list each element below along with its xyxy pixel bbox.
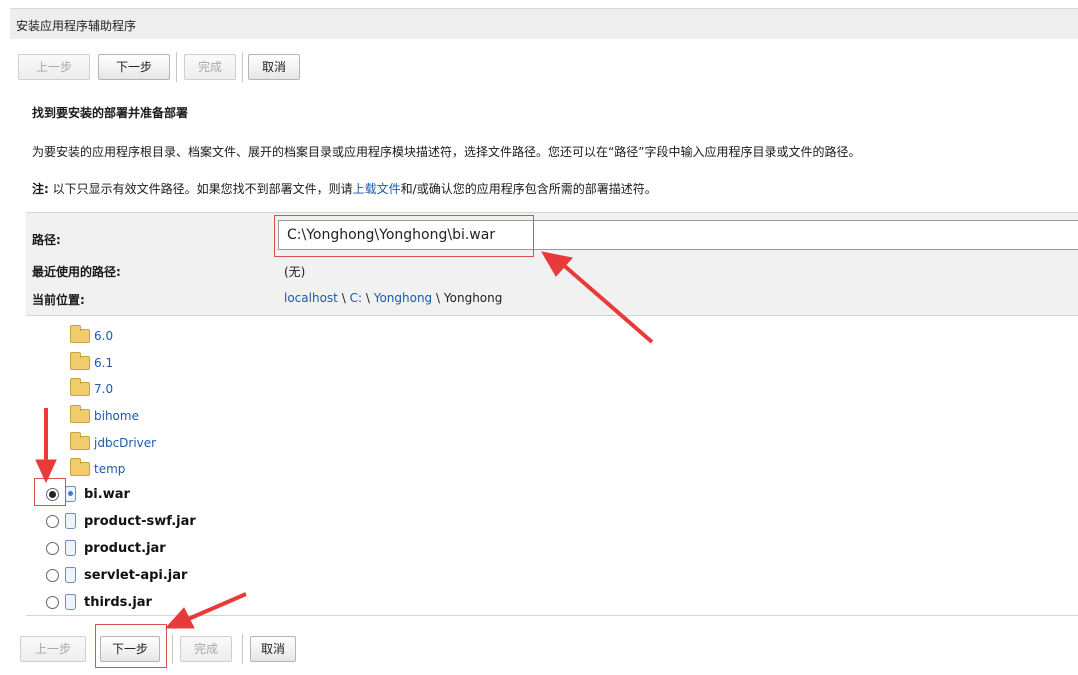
jar-file-icon bbox=[65, 567, 76, 583]
top-toolbar: 上一步 下一步 完成 取消 bbox=[18, 50, 338, 84]
folder-name[interactable]: temp bbox=[94, 462, 125, 476]
folder-icon bbox=[70, 352, 90, 370]
breadcrumb-separator: \ bbox=[341, 291, 346, 305]
folder-icon bbox=[70, 405, 90, 423]
finish-button[interactable]: 完成 bbox=[180, 636, 232, 662]
folder-name[interactable]: jdbcDriver bbox=[94, 436, 156, 450]
tree-file[interactable]: product-swf.jar bbox=[46, 509, 196, 533]
next-button[interactable]: 下一步 bbox=[100, 636, 160, 662]
upload-file-link[interactable]: 上载文件 bbox=[353, 182, 401, 196]
cancel-button[interactable]: 取消 bbox=[248, 54, 300, 80]
tree-file[interactable]: thirds.jar bbox=[46, 590, 152, 614]
file-radio[interactable] bbox=[46, 541, 59, 555]
file-radio[interactable] bbox=[46, 487, 59, 501]
file-radio[interactable] bbox=[46, 568, 59, 582]
prev-button[interactable]: 上一步 bbox=[18, 54, 90, 80]
breadcrumb-yonghong-2: Yonghong bbox=[443, 291, 503, 305]
page-note: 注: 以下只显示有效文件路径。如果您找不到部署文件，则请上载文件和/或确认您的应… bbox=[32, 180, 657, 197]
war-file-icon bbox=[65, 486, 76, 502]
dialog-title: 安装应用程序辅助程序 bbox=[16, 19, 137, 33]
cancel-button[interactable]: 取消 bbox=[250, 636, 296, 662]
tree-folder[interactable]: jdbcDriver bbox=[70, 431, 156, 455]
jar-file-icon bbox=[65, 594, 76, 610]
breadcrumb-yonghong-1[interactable]: Yonghong bbox=[374, 291, 432, 305]
note-text-1: 以下只显示有效文件路径。如果您找不到部署文件，则请 bbox=[48, 182, 353, 196]
toolbar-separator bbox=[242, 52, 243, 82]
jar-file-icon bbox=[65, 513, 76, 529]
finish-button[interactable]: 完成 bbox=[184, 54, 236, 80]
tree-folder[interactable]: 6.1 bbox=[70, 351, 113, 375]
note-prefix: 注: bbox=[32, 182, 49, 196]
bottom-toolbar: 上一步 下一步 完成 取消 bbox=[18, 632, 338, 666]
page-description: 为要安装的应用程序根目录、档案文件、展开的档案目录或应用程序模块描述符，选择文件… bbox=[32, 145, 861, 159]
path-label: 路径: bbox=[32, 233, 61, 247]
file-radio[interactable] bbox=[46, 514, 59, 528]
tree-file[interactable]: product.jar bbox=[46, 536, 166, 560]
recent-path-value: (无) bbox=[284, 265, 306, 279]
file-name: servlet-api.jar bbox=[84, 567, 188, 583]
file-radio[interactable] bbox=[46, 595, 59, 609]
page-heading: 找到要安装的部署并准备部署 bbox=[32, 106, 189, 120]
current-location-label: 当前位置: bbox=[32, 293, 85, 307]
folder-icon bbox=[70, 458, 90, 476]
tree-folder[interactable]: 6.0 bbox=[70, 324, 113, 348]
tree-file[interactable]: bi.war bbox=[46, 482, 130, 506]
breadcrumb-drive[interactable]: C: bbox=[350, 291, 362, 305]
dialog-title-bar: 安装应用程序辅助程序 bbox=[10, 8, 1078, 39]
recent-path-label: 最近使用的路径: bbox=[32, 265, 121, 279]
folder-name[interactable]: 7.0 bbox=[94, 382, 113, 396]
tree-folder[interactable]: temp bbox=[70, 457, 125, 481]
tree-file[interactable]: servlet-api.jar bbox=[46, 563, 187, 587]
breadcrumb-separator: \ bbox=[436, 291, 441, 305]
file-name: product-swf.jar bbox=[84, 513, 196, 529]
toolbar-separator bbox=[172, 634, 173, 664]
file-tree: 6.0 6.1 7.0 bihome jdbcDriver temp bi.wa… bbox=[26, 318, 1078, 616]
prev-button[interactable]: 上一步 bbox=[20, 636, 86, 662]
next-button[interactable]: 下一步 bbox=[98, 54, 170, 80]
jar-file-icon bbox=[65, 540, 76, 556]
tree-folder[interactable]: 7.0 bbox=[70, 377, 113, 401]
file-name: product.jar bbox=[84, 540, 166, 556]
tree-folder[interactable]: bihome bbox=[70, 404, 139, 428]
toolbar-separator bbox=[242, 634, 243, 664]
path-input[interactable] bbox=[278, 220, 1078, 250]
file-name: bi.war bbox=[84, 486, 130, 502]
file-name: thirds.jar bbox=[84, 594, 152, 610]
note-text-2: 和/或确认您的应用程序包含所需的部署描述符。 bbox=[400, 182, 657, 196]
breadcrumb-localhost[interactable]: localhost bbox=[284, 291, 338, 305]
folder-name[interactable]: 6.0 bbox=[94, 329, 113, 343]
toolbar-separator bbox=[176, 52, 177, 82]
current-location-breadcrumb: localhost \ C: \ Yonghong \ Yonghong bbox=[284, 291, 502, 305]
folder-name[interactable]: bihome bbox=[94, 409, 139, 423]
folder-icon bbox=[70, 325, 90, 343]
breadcrumb-separator: \ bbox=[365, 291, 370, 305]
folder-name[interactable]: 6.1 bbox=[94, 356, 113, 370]
folder-icon bbox=[70, 378, 90, 396]
folder-icon bbox=[70, 432, 90, 450]
